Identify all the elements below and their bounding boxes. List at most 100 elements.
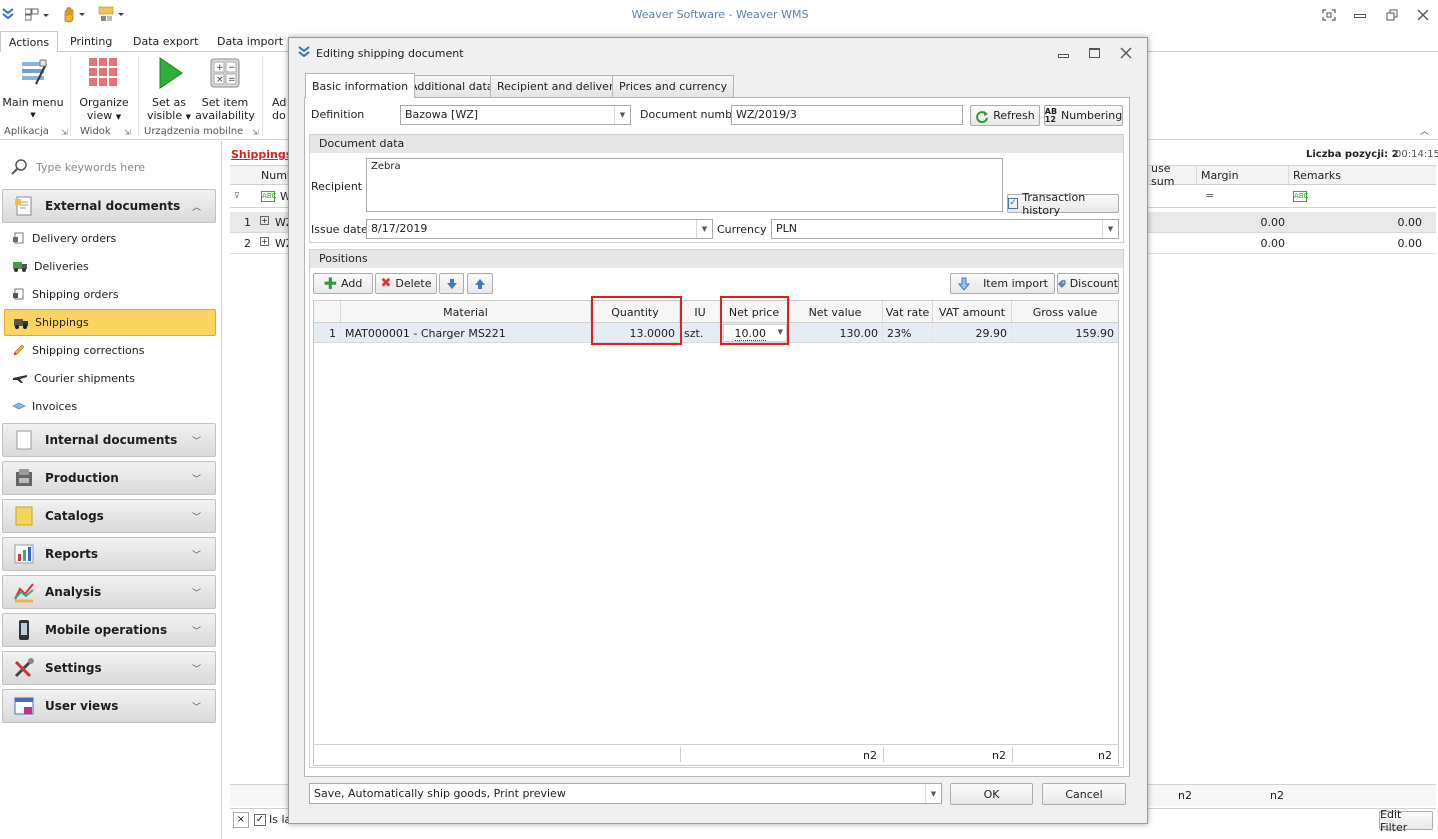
tab-additional-data[interactable]: Additional data [403,75,501,97]
sidebar-item-courier-shipments[interactable]: Courier shipments [4,365,216,391]
abc-quickaccess-icon[interactable] [98,6,126,24]
definition-select[interactable]: Bazowa [WZ] ▼ [400,105,631,125]
dropdown-arrow-icon: ▼ [30,111,36,119]
currency-select[interactable]: PLN ▼ [771,219,1119,239]
nav-group-analysis[interactable]: Analysis ﹀ [2,575,216,609]
arrow-up-icon [475,278,485,289]
hand-quickaccess-icon[interactable] [62,7,86,23]
delete-button[interactable]: ✖ Delete [375,273,437,294]
breadcrumb[interactable]: Shippings [231,148,292,161]
nav-group-settings[interactable]: Settings ﹀ [2,651,216,685]
tab-data-import[interactable]: Data import [217,35,283,48]
tab-data-export[interactable]: Data export [133,35,198,48]
expand-icon[interactable]: + [260,237,269,246]
nav-group-reports[interactable]: Reports ﹀ [2,537,216,571]
dropdown-arrow-icon[interactable]: ▼ [925,784,941,803]
bg-col-number[interactable]: Numb [257,166,294,184]
group-launcher-icon[interactable]: ⇲ [124,128,131,137]
clear-filter-icon[interactable]: × [233,812,249,828]
recipient-textarea[interactable]: Zebra [366,158,1003,212]
filter-pin-icon[interactable]: ⊽ [234,191,240,200]
layout-quickaccess-icon[interactable] [24,8,49,22]
sidebar-search[interactable]: Type keywords here [2,155,218,179]
tab-prices-currency[interactable]: Prices and currency [612,75,735,97]
restore-icon[interactable] [1386,9,1398,21]
dropdown-arrow-icon[interactable]: ▼ [614,106,630,124]
transaction-history-button[interactable]: ✓ Transaction history [1007,191,1119,217]
issue-date-picker[interactable]: 8/17/2019 ▼ [366,219,713,239]
close-icon[interactable] [1417,9,1429,21]
col-indicator [314,301,341,323]
filter-enabled-checkbox[interactable]: ✓ [254,814,266,826]
cell-net-value[interactable]: 130.00 [788,323,883,343]
add-button[interactable]: ✚ Add [313,273,373,294]
fullscreen-icon[interactable] [1322,9,1336,21]
col-vat-rate[interactable]: Vat rate [883,301,933,323]
cell-gross-value[interactable]: 159.90 [1012,323,1118,343]
refresh-button[interactable]: Refresh [970,105,1040,126]
group-launcher-icon[interactable]: ⇲ [61,128,68,137]
save-option-select[interactable]: Save, Automatically ship goods, Print pr… [309,783,942,804]
dropdown-arrow-icon[interactable]: ▼ [696,220,712,238]
edit-filter-button[interactable]: Edit Filter [1379,808,1433,834]
col-vat-amount[interactable]: VAT amount [933,301,1012,323]
numbering-button[interactable]: AB 12 Numbering [1044,105,1123,126]
col-iu[interactable]: IU [680,301,721,323]
bg-col-margin[interactable]: Margin [1197,166,1289,184]
nav-group-catalogs[interactable]: Catalogs ﹀ [2,499,216,533]
sidebar-item-deliveries[interactable]: Deliveries [4,253,216,279]
tab-printing[interactable]: Printing [70,35,112,48]
row-count-label: Liczba pozycji: 2 [1306,149,1399,160]
nav-group-production[interactable]: Production ﹀ [2,461,216,495]
col-material[interactable]: Material [341,301,591,323]
add-partial-label-2: do [272,109,286,122]
tab-actions[interactable]: Actions [0,31,58,53]
sidebar-item-shipping-corrections[interactable]: Shipping corrections [4,337,216,363]
bg-col-remarks[interactable]: Remarks [1289,166,1435,184]
ribbon-collapse-icon[interactable]: ︿ [1420,124,1429,137]
nav-group-user-views[interactable]: User views ﹀ [2,689,216,723]
cell-material[interactable]: MAT000001 - Charger MS221 [341,323,591,343]
sidebar-item-label: Shippings [35,316,89,329]
group-launcher-icon[interactable]: ⇲ [252,128,259,137]
move-up-button[interactable] [467,273,493,294]
tab-basic-information[interactable]: Basic information [305,73,416,98]
nav-group-internal[interactable]: Internal documents ﹀ [2,423,216,457]
sidebar-item-delivery-orders[interactable]: Delivery orders [4,225,216,251]
item-import-button[interactable]: Item import [950,273,1055,294]
cell-vat-rate[interactable]: 23% [883,323,933,343]
expand-icon[interactable]: + [260,216,269,225]
nav-group-external[interactable]: External documents ︿ [2,189,216,223]
organize-view-button[interactable]: Organize view ▼ [76,56,132,122]
dialog-restore-icon[interactable] [1089,48,1100,58]
dialog-minimize-icon[interactable] [1058,54,1069,58]
set-as-visible-button[interactable]: Set as visible ▼ [142,56,196,122]
discount-button[interactable]: Discount [1057,273,1119,294]
chevron-down-icon: ﹀ [191,437,201,447]
add-document-button-partial[interactable]: Ad do [272,96,286,122]
tab-recipient-delivery[interactable]: Recipient and delivery [490,75,627,97]
dialog-close-icon[interactable] [1120,47,1132,62]
positions-grid [313,300,1119,766]
sidebar-item-invoices[interactable]: Invoices [4,393,216,419]
ok-button[interactable]: OK [950,783,1033,805]
nav-group-mobile[interactable]: Mobile operations ﹀ [2,613,216,647]
cancel-button[interactable]: Cancel [1042,783,1126,805]
dropdown-arrow-icon: ▼ [185,113,192,121]
minimize-icon[interactable] [1354,14,1366,18]
main-menu-button[interactable]: Main menu ▼ [2,56,64,122]
move-down-button[interactable] [439,273,464,294]
col-net-value[interactable]: Net value [788,301,883,323]
bg-filter-equals[interactable]: = [1205,189,1214,202]
ribbon-separator [262,56,263,136]
document-number-input[interactable]: WZ/2019/3 [731,105,963,125]
sidebar-item-shippings[interactable]: Shippings [4,309,216,336]
dropdown-arrow-icon[interactable]: ▼ [1102,220,1118,238]
set-item-availability-button[interactable]: + − × = Set item availability [195,56,255,122]
cell-vat-amount[interactable]: 29.90 [933,323,1012,343]
bg-col-use-sum[interactable]: use sum [1147,162,1197,188]
col-gross-value[interactable]: Gross value [1012,301,1118,323]
cell-iu[interactable]: szt. [680,323,721,343]
cancel-label: Cancel [1065,787,1103,801]
sidebar-item-shipping-orders[interactable]: Shipping orders [4,281,216,307]
